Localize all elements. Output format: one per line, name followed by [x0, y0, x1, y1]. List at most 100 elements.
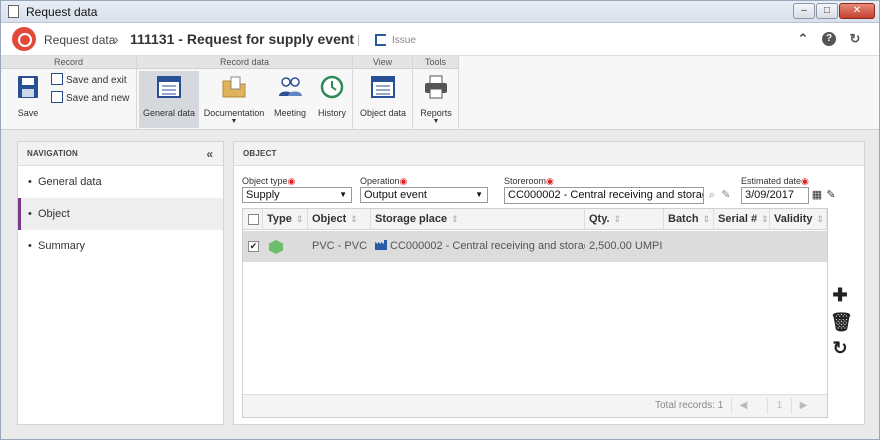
nav-item-object[interactable]: • Object	[18, 198, 223, 230]
close-button[interactable]: ✕	[839, 3, 875, 19]
column-header-storage-place[interactable]: Storage place ⇕	[371, 209, 585, 230]
general-data-button[interactable]: General data	[139, 71, 199, 128]
sort-icon: ⇕	[451, 214, 459, 224]
sort-icon: ⇕	[613, 214, 622, 224]
object-grid: Type ⇕ Object ⇕ Storage place ⇕ Qty. ⇕ Batch…	[242, 208, 828, 418]
delete-trash-icon[interactable]: 🗑	[830, 312, 853, 332]
form-icon	[157, 76, 181, 98]
meeting-button[interactable]: Meeting	[271, 71, 309, 128]
breadcrumb-app[interactable]: Request data	[44, 33, 115, 47]
row-checkbox[interactable]: ✔	[248, 241, 259, 252]
history-button[interactable]: History	[313, 71, 351, 128]
storeroom-field[interactable]: CC000002 - Central receiving and storage	[504, 187, 704, 204]
previous-page-button[interactable]: ◀	[731, 398, 755, 414]
required-icon: ◉	[287, 176, 296, 186]
sort-icon: ⇕	[761, 214, 769, 224]
operation-label: Operation◉	[360, 176, 408, 186]
save-and-new-button[interactable]: Save and new	[51, 91, 129, 106]
save-new-icon	[51, 91, 63, 103]
select-all-checkbox[interactable]	[248, 214, 259, 225]
sort-icon: ⇕	[350, 214, 358, 224]
column-header-type[interactable]: Type ⇕	[263, 209, 308, 230]
group-title-tools: Tools	[413, 56, 458, 69]
estimated-date-label: Estimated date◉	[741, 176, 809, 186]
collapse-left-icon[interactable]: «	[206, 147, 213, 161]
object-type-select[interactable]: Supply ▼	[242, 187, 352, 203]
calendar-icon[interactable]: ▦	[810, 188, 824, 202]
required-icon: ◉	[546, 176, 554, 186]
save-icon	[18, 76, 38, 98]
ribbon-group-tools: Tools Reports ▼	[413, 56, 459, 130]
document-icon	[8, 5, 19, 18]
form-icon	[371, 76, 395, 98]
add-icon[interactable]: ✚	[830, 285, 850, 305]
column-header-batch[interactable]: Batch ⇕	[664, 209, 714, 230]
object-panel: OBJECT Object type◉ Supply ▼ Operation◉ O…	[233, 141, 865, 425]
ribbon-group-view: View Object data	[353, 56, 413, 130]
dropdown-caret-icon: ▼	[432, 118, 440, 125]
column-header-object[interactable]: Object ⇕	[308, 209, 371, 230]
save-exit-icon	[51, 73, 63, 85]
grid-header: Type ⇕ Object ⇕ Storage place ⇕ Qty. ⇕ Batch…	[243, 209, 827, 230]
bullet-icon: •	[28, 240, 32, 252]
object-type-icon	[269, 240, 283, 254]
cell-storage-place: CC000002 - Central receiving and storage	[371, 231, 585, 262]
collapse-up-icon[interactable]: ⌃	[796, 32, 810, 46]
grid-footer: Total records: 1 ◀ 1 ▶	[243, 394, 827, 417]
search-icon[interactable]: ⌕	[705, 188, 719, 202]
clear-brush-icon[interactable]: ✎	[719, 188, 733, 202]
bullet-icon: •	[28, 176, 32, 188]
navigation-title: NAVIGATION	[18, 142, 223, 166]
documentation-button[interactable]: Documentation ▼	[201, 71, 267, 128]
page-number: 1	[767, 398, 791, 414]
printer-icon	[425, 75, 447, 99]
maximize-button[interactable]: □	[816, 3, 838, 19]
ribbon-toolbar: Record Save Save and exit Save and new R…	[1, 56, 879, 130]
storeroom-label: Storeroom◉	[504, 176, 554, 186]
sort-icon: ⇕	[295, 214, 304, 224]
object-data-button[interactable]: Object data	[356, 71, 410, 128]
content-area: NAVIGATION « • General data • Object • Summ…	[1, 130, 879, 439]
refresh-icon[interactable]: ↻	[830, 338, 850, 358]
nav-item-summary[interactable]: • Summary	[18, 230, 223, 262]
save-button[interactable]: Save	[9, 71, 47, 128]
cell-object: PVC - PVC	[312, 240, 368, 252]
next-page-button[interactable]: ▶	[791, 398, 815, 414]
sort-icon: ⇕	[702, 214, 711, 224]
column-header-validity[interactable]: Validity ⇕	[770, 209, 827, 230]
people-icon	[279, 77, 302, 96]
reports-button[interactable]: Reports ▼	[417, 71, 455, 128]
issue-button[interactable]: Issue	[392, 35, 416, 46]
page-title: 111131 - Request for supply event	[130, 31, 355, 47]
ribbon-group-record-data: Record data General data Documentation ▼…	[137, 56, 353, 130]
history-clock-icon	[320, 75, 344, 99]
estimated-date-field[interactable]: 3/09/2017	[741, 187, 809, 204]
ribbon-group-record: Record Save Save and exit Save and new	[1, 56, 137, 130]
operation-select[interactable]: Output event ▼	[360, 187, 488, 203]
cell-validity	[770, 231, 827, 262]
breadcrumb-separator: ›	[114, 31, 119, 47]
group-title-record: Record	[1, 56, 136, 69]
table-row[interactable]: ✔ PVC - PVC CC000002 - Central receiving…	[243, 231, 827, 262]
required-icon: ◉	[399, 176, 408, 186]
window-title: Request data	[26, 5, 98, 19]
bullet-icon: •	[28, 208, 32, 220]
column-header-qty[interactable]: Qty. ⇕	[585, 209, 664, 230]
divider	[358, 35, 359, 46]
issue-icon[interactable]	[375, 34, 386, 46]
object-type-label: Object type◉	[242, 176, 296, 186]
save-and-exit-button[interactable]: Save and exit	[51, 73, 127, 88]
refresh-icon[interactable]: ↻	[848, 32, 862, 46]
clear-brush-icon[interactable]: ✎	[824, 188, 838, 202]
title-bar: Request data – □ ✕	[1, 1, 879, 23]
total-records: Total records: 1	[655, 400, 724, 411]
navigation-panel: NAVIGATION « • General data • Object • Summ…	[17, 141, 224, 425]
help-icon[interactable]: ?	[822, 32, 836, 46]
nav-item-general-data[interactable]: • General data	[18, 166, 223, 198]
object-title: OBJECT	[234, 142, 864, 166]
column-header-serial[interactable]: Serial # ⇕	[714, 209, 770, 230]
minimize-button[interactable]: –	[793, 3, 815, 19]
cell-batch	[664, 231, 714, 262]
chevron-down-icon: ▼	[339, 190, 347, 199]
group-title-view: View	[353, 56, 412, 69]
